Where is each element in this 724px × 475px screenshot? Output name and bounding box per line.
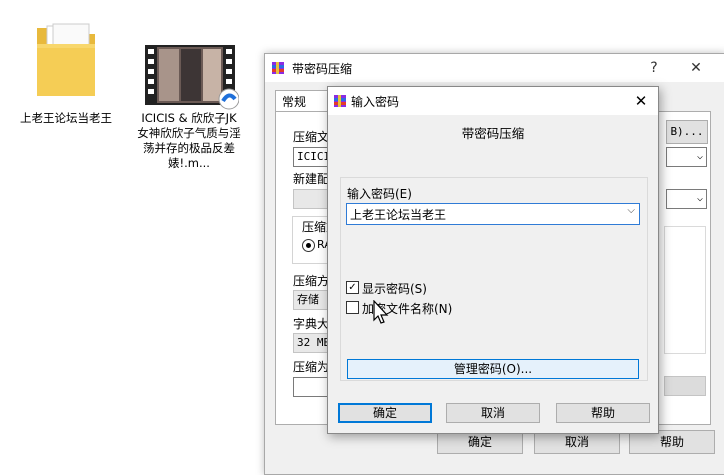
set-password-button[interactable]: [664, 376, 706, 396]
chevron-down-icon[interactable]: ⌵: [627, 205, 635, 216]
archive-name-label: 压缩文: [293, 130, 330, 144]
close-icon[interactable]: ✕: [685, 58, 707, 78]
method-label: 压缩方: [293, 274, 330, 288]
cancel-button[interactable]: 取消: [446, 403, 540, 423]
winrar-icon: [272, 62, 284, 74]
format-radio[interactable]: [302, 239, 315, 252]
desktop-video-label: ICICIS & 欣欣子JK女神欣欣子气质与淫荡并存的极品反差婊!.m...: [137, 111, 241, 170]
front-title-bar: 输入密码 ✕: [328, 87, 658, 115]
dialog-title: 带密码压缩: [292, 62, 353, 76]
help-title-button[interactable]: ?: [643, 58, 665, 78]
winrar-icon: [334, 95, 346, 107]
folder-icon: [37, 23, 95, 96]
checkbox-unchecked-icon: [346, 301, 359, 314]
mouse-cursor-icon: [373, 300, 389, 324]
desktop-folder-label: 上老王论坛当老王: [20, 111, 112, 125]
tab-general[interactable]: 常规: [275, 90, 333, 113]
options-select[interactable]: ⌵: [666, 189, 707, 209]
close-icon[interactable]: ✕: [630, 91, 652, 111]
front-dialog-title: 输入密码: [351, 95, 400, 109]
manage-passwords-button[interactable]: 管理密码(O)...: [347, 359, 639, 379]
password-input[interactable]: 上老王论坛当老王 ⌵: [346, 203, 640, 225]
options-list: [664, 226, 706, 354]
checkbox-checked-icon: ✓: [346, 281, 359, 294]
video-file-icon: [145, 45, 239, 110]
password-value: 上老王论坛当老王: [350, 208, 447, 222]
split-label: 压缩为: [293, 360, 330, 374]
password-label: 输入密码(E): [347, 187, 412, 201]
show-password-label: 显示密码(S): [362, 282, 427, 296]
enter-password-dialog: 输入密码 ✕ 带密码压缩 输入密码(E) 上老王论坛当老王 ⌵ ✓ 显示密码(S…: [327, 86, 659, 434]
browse-button[interactable]: B)...: [666, 120, 708, 144]
dialog-heading: 带密码压缩: [461, 126, 525, 141]
title-bar: 带密码压缩 ? ✕: [265, 54, 724, 82]
help-button[interactable]: 帮助: [556, 403, 650, 423]
update-mode-select[interactable]: ⌵: [666, 147, 707, 167]
profile-label: 新建配: [293, 172, 330, 186]
ok-button[interactable]: 确定: [338, 403, 432, 423]
dictionary-label: 字典大: [293, 317, 330, 331]
